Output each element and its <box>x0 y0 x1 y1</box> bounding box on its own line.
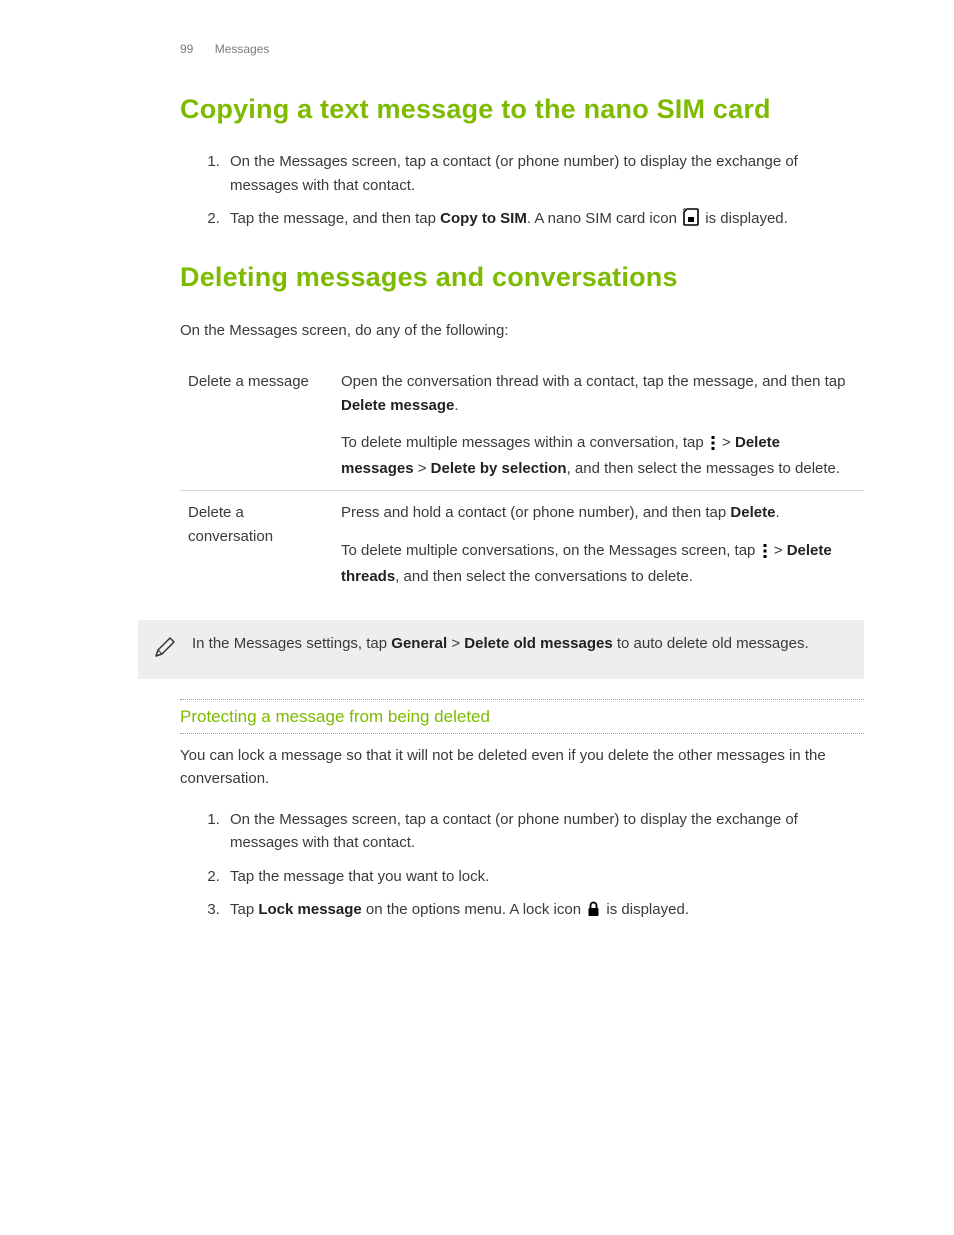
overflow-menu-icon <box>762 542 768 565</box>
running-header: 99 Messages <box>180 40 864 59</box>
delete-table: Delete a message Open the conversation t… <box>180 360 864 598</box>
para: To delete multiple conversations, on the… <box>341 539 854 589</box>
text: , and then select the conversations to d… <box>395 568 693 585</box>
text: > <box>770 542 787 559</box>
heading-copy-to-sim: Copying a text message to the nano SIM c… <box>180 89 864 131</box>
step-text: On the Messages screen, tap a contact (o… <box>230 153 798 193</box>
para: Open the conversation thread with a cont… <box>341 370 854 417</box>
overflow-menu-icon <box>710 434 716 457</box>
bold-text: Lock message <box>258 901 361 918</box>
text: , and then select the messages to delete… <box>567 460 841 477</box>
text: . <box>454 397 458 414</box>
text: To delete multiple messages within a con… <box>341 434 708 451</box>
para: To delete multiple messages within a con… <box>341 431 854 481</box>
intro-text: You can lock a message so that it will n… <box>180 744 864 791</box>
row-value: Open the conversation thread with a cont… <box>333 360 864 491</box>
step-text: is displayed. <box>606 901 689 918</box>
lock-icon <box>587 901 600 924</box>
section-label: Messages <box>215 42 270 56</box>
text: > <box>447 635 464 652</box>
note-text: In the Messages settings, tap General > … <box>192 632 850 655</box>
text: > <box>718 434 735 451</box>
row-key: Delete a conversation <box>180 491 333 598</box>
text: In the Messages settings, tap <box>192 635 391 652</box>
step-text: On the Messages screen, tap a contact (o… <box>230 811 798 851</box>
row-value: Press and hold a contact (or phone numbe… <box>333 491 864 598</box>
sim-card-icon <box>683 208 699 233</box>
step-bold: Copy to SIM <box>440 210 527 227</box>
divider <box>180 733 864 734</box>
step-1: On the Messages screen, tap a contact (o… <box>224 808 864 855</box>
page: 99 Messages Copying a text message to th… <box>0 0 954 1235</box>
table-row: Delete a conversation Press and hold a c… <box>180 491 864 598</box>
content-area: Copying a text message to the nano SIM c… <box>180 89 864 925</box>
step-1: On the Messages screen, tap a contact (o… <box>224 150 864 197</box>
step-text: . A nano SIM card icon <box>527 210 681 227</box>
text: to auto delete old messages. <box>613 635 809 652</box>
bold-text: General <box>391 635 447 652</box>
steps-protecting: On the Messages screen, tap a contact (o… <box>180 808 864 924</box>
step-text: Tap <box>230 901 258 918</box>
subsection: Protecting a message from being deleted <box>180 699 864 733</box>
step-text: is displayed. <box>705 210 788 227</box>
text: Open the conversation thread with a cont… <box>341 373 846 390</box>
step-text: Tap the message that you want to lock. <box>230 868 489 885</box>
text: Press and hold a contact (or phone numbe… <box>341 504 730 521</box>
heading-deleting: Deleting messages and conversations <box>180 257 864 299</box>
step-3: Tap Lock message on the options menu. A … <box>224 898 864 924</box>
pen-icon <box>152 632 178 667</box>
step-text: Tap the message, and then tap <box>230 210 440 227</box>
table-row: Delete a message Open the conversation t… <box>180 360 864 491</box>
steps-copy-to-sim: On the Messages screen, tap a contact (o… <box>180 150 864 233</box>
bold-text: Delete <box>730 504 775 521</box>
note-box: In the Messages settings, tap General > … <box>138 620 864 679</box>
bold-text: Delete message <box>341 397 454 414</box>
bold-text: Delete by selection <box>431 460 567 477</box>
step-text: on the options menu. A lock icon <box>362 901 585 918</box>
page-number: 99 <box>180 42 193 56</box>
para: Press and hold a contact (or phone numbe… <box>341 501 854 524</box>
step-2: Tap the message, and then tap Copy to SI… <box>224 207 864 233</box>
text: > <box>414 460 431 477</box>
bold-text: Delete old messages <box>464 635 612 652</box>
divider <box>180 699 864 700</box>
text: . <box>775 504 779 521</box>
row-key: Delete a message <box>180 360 333 491</box>
intro-text: On the Messages screen, do any of the fo… <box>180 319 864 342</box>
text: To delete multiple conversations, on the… <box>341 542 760 559</box>
step-2: Tap the message that you want to lock. <box>224 865 864 888</box>
subheading-protecting: Protecting a message from being deleted <box>180 704 864 730</box>
